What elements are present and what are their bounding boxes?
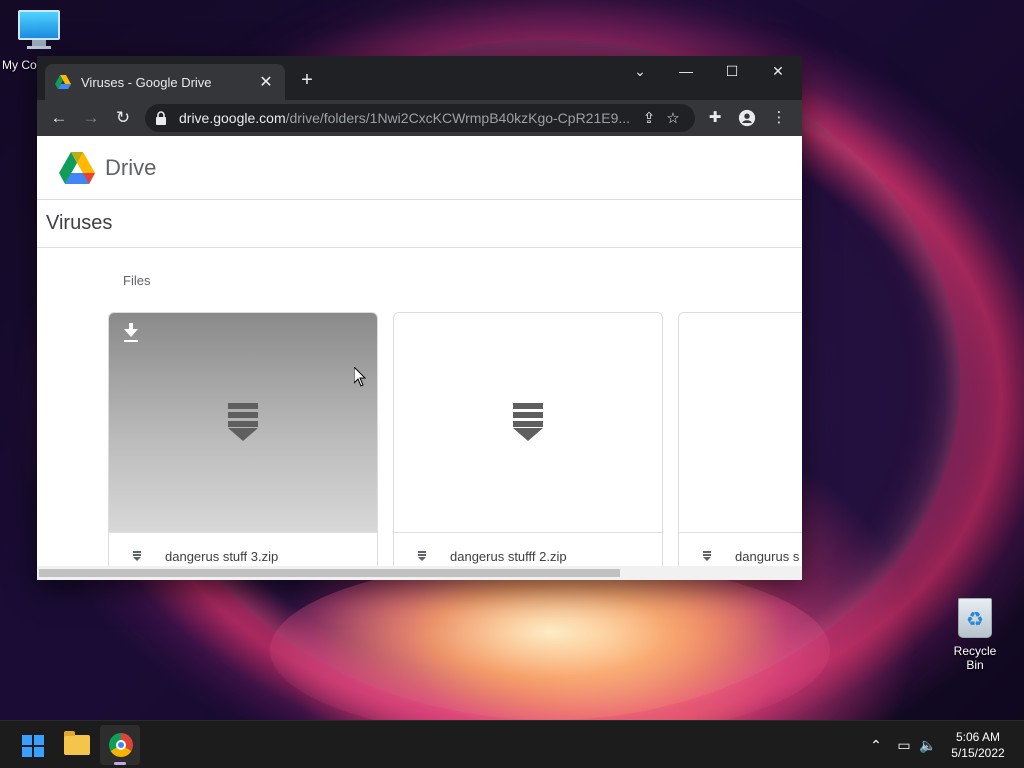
back-button[interactable]: ← [47,106,71,130]
file-thumbnail [679,313,802,533]
reload-button[interactable]: ↻ [111,106,135,130]
system-clock[interactable]: 5:06 AM 5/15/2022 [946,729,1010,761]
network-icon[interactable]: ▭ [894,735,914,755]
mouse-cursor-icon [354,367,366,387]
extensions-icon[interactable]: ✚ [703,106,727,130]
browser-window: Viruses - Google Drive ✕ + ⌄ — ☐ ✕ ← → ↻… [37,56,802,580]
files-section-label: Files [123,273,151,288]
zip-file-icon [228,403,258,445]
desktop-icon-label: My Co [2,58,37,72]
monitor-icon [18,10,60,50]
lock-icon[interactable] [155,111,167,125]
file-card[interactable]: dangerus stufff 2.zip [393,312,663,572]
tab-close-icon[interactable]: ✕ [257,72,275,92]
drive-header: Drive [37,136,802,200]
chevron-up-icon[interactable]: ⌃ [866,735,886,755]
file-name: dangerus stufff 2.zip [450,548,567,564]
recycle-bin-icon [958,598,992,638]
file-card[interactable]: dangurus s [678,312,802,572]
url-path: /drive/folders/1Nwi2CxcKCWrmpB40kzKgo-Cp… [285,110,631,126]
horizontal-scrollbar[interactable] [37,566,802,580]
new-tab-button[interactable]: + [295,68,319,92]
browser-toolbar: ← → ↻ drive.google.com/drive/folders/1Nw… [37,100,802,136]
clock-date: 5/15/2022 [951,746,1005,760]
file-card[interactable]: dangerus stuff 3.zip [108,312,378,572]
taskbar-file-explorer[interactable] [56,725,96,765]
active-app-indicator [114,762,126,765]
file-name: dangurus s [735,548,800,564]
close-window-button[interactable]: ✕ [755,56,801,86]
download-icon[interactable] [123,323,139,342]
tab-title: Viruses - Google Drive [81,74,212,90]
zip-file-small-icon [418,550,426,562]
minimize-button[interactable]: — [663,56,709,86]
zip-file-small-icon [133,550,141,562]
clock-time: 5:06 AM [955,730,1001,744]
desktop-icon-label: Recycle Bin [953,644,997,672]
windows-start-icon [22,735,44,757]
volume-icon[interactable]: 🔈 [918,735,938,755]
chrome-icon [109,733,133,757]
folder-bar: Viruses [37,200,802,248]
file-thumbnail [394,313,662,533]
profile-icon[interactable] [735,106,759,130]
tab-strip: Viruses - Google Drive ✕ + ⌄ — ☐ ✕ [37,56,802,100]
file-explorer-icon [64,731,90,755]
scrollbar-thumb[interactable] [39,569,620,577]
desktop-icon-recycle-bin[interactable]: Recycle Bin [944,598,1006,672]
folder-title: Viruses [46,212,113,234]
maximize-button[interactable]: ☐ [709,56,755,86]
star-icon[interactable]: ☆ [661,109,685,127]
drive-brand[interactable]: Drive [105,155,156,181]
file-name: dangerus stuff 3.zip [165,548,279,564]
url-host: drive.google.com [179,110,286,126]
file-thumbnail [109,313,377,533]
taskbar-chrome[interactable] [100,725,140,765]
google-drive-logo-icon[interactable] [59,151,95,184]
zip-file-icon [513,403,543,445]
address-bar[interactable]: drive.google.com/drive/folders/1Nwi2CxcK… [145,104,695,132]
taskbar: ⌃ ▭ 🔈 5:06 AM 5/15/2022 [0,720,1024,768]
google-drive-favicon-icon [55,75,71,89]
menu-icon[interactable]: ⋮ [767,106,791,130]
drive-page: Drive Viruses Files dangerus stuff 3.zip [37,136,802,580]
tab-viruses[interactable]: Viruses - Google Drive ✕ [45,64,285,100]
tab-search-button[interactable]: ⌄ [617,56,663,86]
forward-button[interactable]: → [79,106,103,130]
start-button[interactable] [12,725,52,765]
url-text[interactable]: drive.google.com/drive/folders/1Nwi2CxcK… [179,110,637,126]
share-icon[interactable]: ⇪ [637,109,661,127]
zip-file-small-icon [703,550,711,562]
